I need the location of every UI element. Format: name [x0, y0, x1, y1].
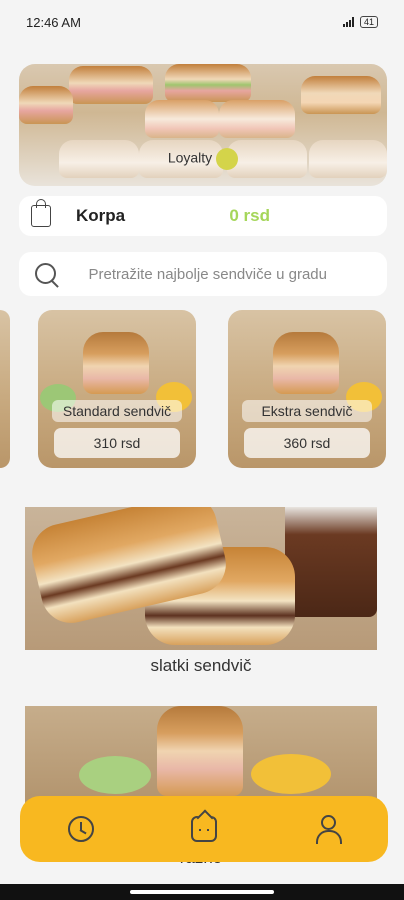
cart-label: Korpa: [76, 206, 126, 225]
product-price[interactable]: 310 rsd: [54, 428, 180, 458]
product-card[interactable]: Ekstra sendvič 360 rsd: [228, 310, 386, 468]
product-photo: [273, 332, 339, 394]
hero-sandwich: [301, 76, 381, 114]
product-card[interactable]: Standard sendvič 310 rsd: [38, 310, 196, 468]
hero-sandwich: [19, 86, 73, 124]
signal-icon: [342, 17, 354, 27]
clock-icon: [68, 816, 95, 842]
user-icon: [315, 815, 342, 844]
bottom-nav: [20, 796, 388, 862]
home-indicator[interactable]: [130, 890, 274, 894]
hero-sandwich: [145, 100, 219, 138]
system-nav-bar: [0, 884, 404, 900]
product-carousel[interactable]: Standard sendvič 310 rsd Ekstra sendvič …: [0, 310, 404, 468]
search-bar[interactable]: [19, 252, 387, 296]
status-bar: 12:46 AM 41: [0, 0, 404, 44]
loyalty-label: Loyalty: [19, 148, 387, 170]
status-icons: 41: [342, 16, 378, 28]
product-card-partial[interactable]: [0, 310, 10, 468]
product-name: Ekstra sendvič: [242, 400, 372, 422]
cart-bar[interactable]: Korpa 0 rsd: [19, 196, 387, 236]
hero-sandwich: [69, 66, 153, 104]
hero-sandwich: [219, 100, 295, 138]
search-icon: [33, 261, 59, 287]
loyalty-banner[interactable]: Loyalty: [19, 64, 387, 186]
product-name: Standard sendvič: [52, 400, 182, 422]
loyalty-badge-icon: [216, 148, 239, 170]
loyalty-text: Loyalty: [167, 149, 213, 166]
product-photo: [83, 332, 149, 394]
category-photo-dip: [251, 754, 331, 794]
nav-home-button[interactable]: [184, 809, 224, 849]
search-input[interactable]: [88, 265, 373, 283]
category-photo: [25, 507, 377, 650]
nav-history-button[interactable]: [61, 809, 101, 849]
home-icon: [190, 816, 217, 842]
category-photo-dip: [79, 756, 151, 794]
shopping-bag-icon: [31, 199, 51, 227]
status-time: 12:46 AM: [26, 14, 81, 30]
nav-profile-button[interactable]: [307, 809, 347, 849]
category-photo-sandwich: [157, 706, 243, 796]
battery-icon: 41: [359, 16, 378, 28]
category-label: slatki sendvič: [150, 656, 252, 675]
cart-total: 0 rsd: [229, 206, 270, 225]
hero-sandwich: [165, 64, 251, 102]
category-card[interactable]: slatki sendvič: [25, 507, 377, 676]
product-price[interactable]: 360 rsd: [244, 428, 370, 458]
category-photo-jar: [285, 507, 377, 617]
